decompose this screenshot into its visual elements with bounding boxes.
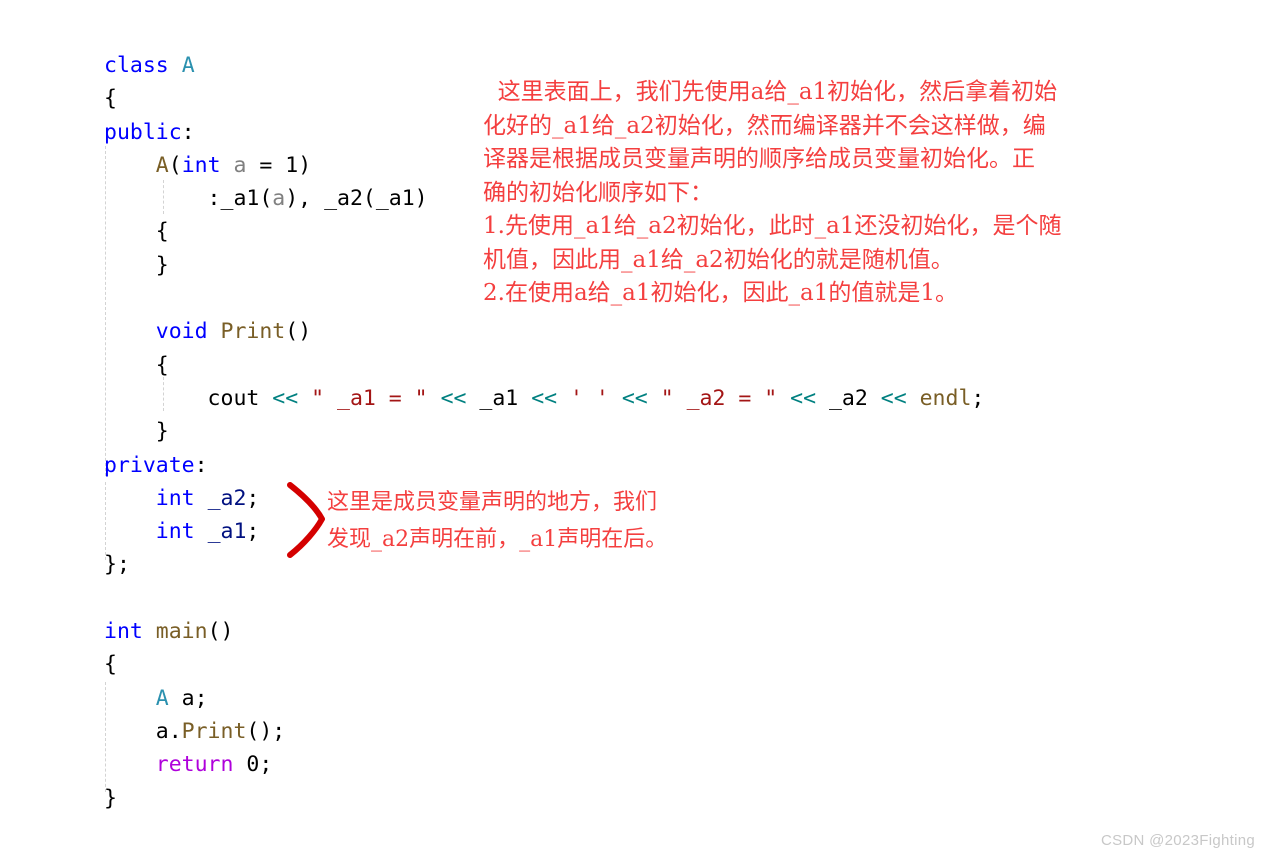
code-token: { <box>104 219 169 245</box>
code-token: } <box>104 419 169 445</box>
code-token: int <box>155 519 195 545</box>
code-token: ; <box>246 485 260 511</box>
code-token: int <box>104 619 143 645</box>
code-token: int <box>181 152 221 178</box>
code-token: } <box>104 252 169 278</box>
code-token: class <box>104 53 169 78</box>
code-line: a.Print(); <box>104 715 984 748</box>
code-token: ; <box>971 385 985 411</box>
code-token: main <box>155 619 208 645</box>
code-token: Print <box>220 319 286 345</box>
code-token: endl <box>919 385 972 411</box>
code-token: } <box>104 785 117 811</box>
code-token: void <box>155 319 208 345</box>
code-line: int main() <box>104 615 984 648</box>
code-token: }; <box>104 552 130 578</box>
code-token: ; <box>246 519 260 545</box>
code-token: _a2 <box>816 385 881 411</box>
code-line: void Print() <box>104 315 984 348</box>
code-token: << <box>790 385 817 411</box>
code-token: _a1 <box>466 385 532 411</box>
code-token: ' ' <box>570 385 609 411</box>
code-token: << <box>621 385 648 411</box>
code-token: ( <box>168 152 182 178</box>
code-token: { <box>104 352 169 378</box>
hand-drawn-brace-icon <box>287 482 325 558</box>
annotation-top-note: 这里表面上，我们先使用a给_a1初始化，然后拿着初始 化好的_a1给_a2初始化… <box>483 79 1062 306</box>
code-token: { <box>104 652 117 678</box>
code-line: } <box>104 782 984 815</box>
code-token: public <box>104 119 182 145</box>
code-token: int <box>155 485 195 511</box>
code-token: { <box>104 86 117 112</box>
watermark: CSDN @2023Fighting <box>1100 832 1255 849</box>
code-token: _a1 <box>207 519 247 545</box>
code-line: } <box>104 415 984 448</box>
code-token: 0; <box>233 752 273 778</box>
code-token: () <box>285 319 312 345</box>
code-token: A <box>181 53 195 78</box>
code-token: << <box>880 385 907 411</box>
code-line: A a; <box>104 682 984 715</box>
code-line: return 0; <box>104 748 984 781</box>
code-token: A <box>155 152 169 178</box>
code-token: _a2 <box>207 485 247 511</box>
code-token: Print <box>181 718 247 744</box>
code-token: return <box>155 752 234 778</box>
code-token: << <box>531 385 558 411</box>
code-line: cout << " _a1 = " << _a1 << ' ' << " _a2… <box>104 382 985 415</box>
code-line: { <box>104 349 984 382</box>
code-token: = 1) <box>246 152 312 178</box>
code-token: : <box>194 452 208 478</box>
code-token: " _a1 = " <box>311 385 428 411</box>
code-token: << <box>440 385 467 411</box>
code-token: a <box>233 152 247 178</box>
code-token: () <box>207 619 234 645</box>
code-token: a; <box>168 685 208 711</box>
code-token: ), _a2(_a1) <box>285 186 428 212</box>
code-line: { <box>104 648 984 681</box>
code-token: (); <box>246 718 286 744</box>
code-token: A <box>155 685 169 711</box>
code-token: : <box>181 119 195 145</box>
code-token: :_a1( <box>104 186 273 212</box>
code-token: private <box>104 452 195 478</box>
code-token: << <box>272 385 299 411</box>
code-token: cout <box>104 385 273 411</box>
code-token: " _a2 = " <box>660 385 778 411</box>
code-token: a. <box>104 718 182 744</box>
code-line: private: <box>104 449 984 482</box>
annotation-side-note: 这里是成员变量声明的地方，我们 发现_a2声明在前，_a1声明在后。 <box>327 490 668 552</box>
code-token: a <box>272 186 286 212</box>
